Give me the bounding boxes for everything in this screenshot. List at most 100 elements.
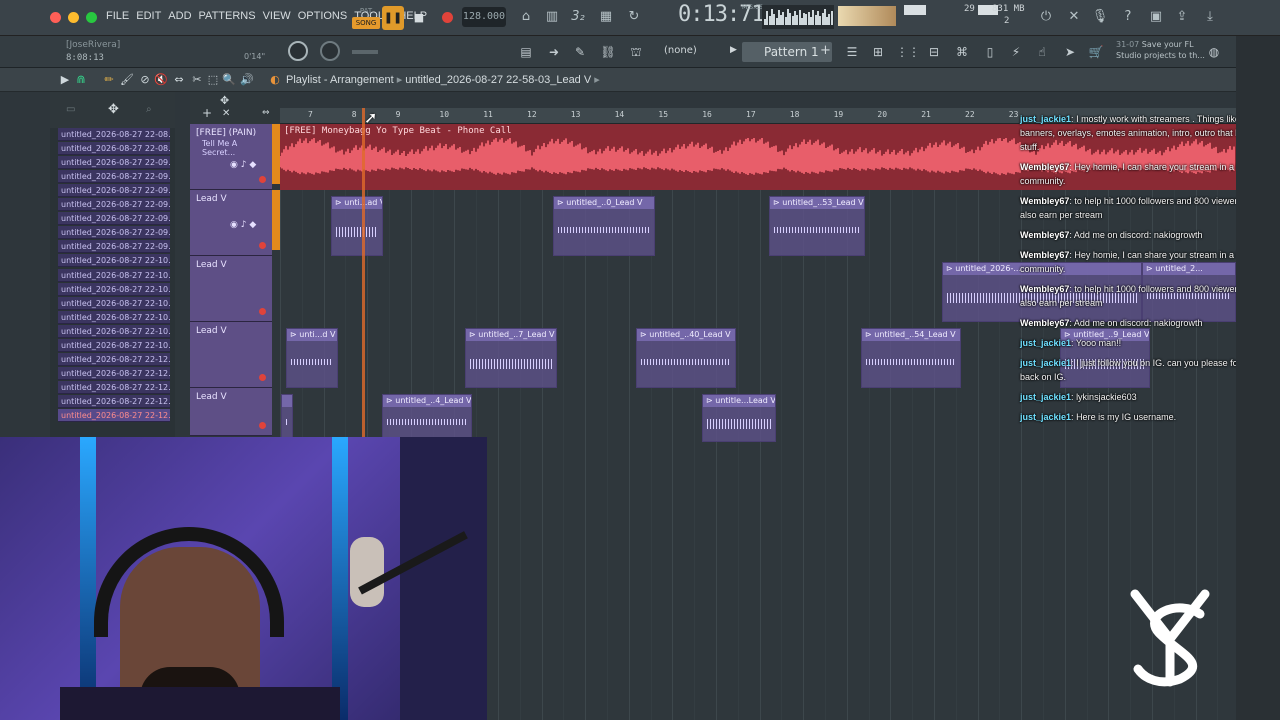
browser-move-icon[interactable]: ✥ <box>108 102 119 117</box>
metronome-icon[interactable]: ⌂ <box>516 8 536 26</box>
snap-selector[interactable]: (none) <box>664 45 697 56</box>
link-icon[interactable]: ⛓ <box>598 43 618 61</box>
stamp-icon[interactable]: ⛫ <box>626 43 646 61</box>
piano-roll-icon[interactable]: ▤ <box>516 43 536 61</box>
chat-username[interactable]: Wembley67 <box>1020 318 1069 328</box>
browser-item[interactable]: untitled_2026-08-27 22-10... <box>58 324 170 338</box>
browser-item[interactable]: untitled_2026-08-27 22-12... <box>58 409 170 422</box>
browser-item[interactable]: untitled_2026-08-27 22-12... <box>58 380 170 394</box>
browser-item[interactable]: untitled_2026-08-27 22-10... <box>58 310 170 324</box>
pattern-clip[interactable]: ⊳ unti...d V <box>286 328 338 388</box>
maximize-window-button[interactable] <box>86 12 97 23</box>
menu-add[interactable]: ADD <box>168 10 191 22</box>
pat-song-toggle[interactable]: PAT SONG <box>352 5 380 31</box>
select-icon[interactable]: ⬚ <box>206 73 220 87</box>
track-header[interactable]: Lead V <box>190 388 272 436</box>
main-volume-knob[interactable] <box>288 41 308 61</box>
browser-collapse-icon[interactable]: ▭ <box>66 104 75 115</box>
browser-item[interactable]: untitled_2026-08-27 22-12... <box>58 352 170 366</box>
magnet-icon[interactable]: ⋒ <box>74 73 88 87</box>
save-icon[interactable]: ▣ <box>1146 8 1166 26</box>
audio-icon[interactable]: ◐ <box>268 73 282 87</box>
power-icon[interactable]: ⏻ <box>1036 8 1056 26</box>
chat-username[interactable]: Wembley67 <box>1020 162 1069 172</box>
master-volume-slider[interactable] <box>838 6 896 26</box>
browser-item[interactable]: untitled_2026-08-27 22-08... <box>58 128 170 141</box>
menu-options[interactable]: OPTIONS <box>298 10 348 22</box>
close-track-icon[interactable]: ✕ <box>222 108 230 119</box>
track-record-indicator[interactable] <box>259 308 266 315</box>
track-header[interactable]: Lead V <box>190 256 272 322</box>
add-track-icon[interactable]: + <box>202 106 212 120</box>
project-icon[interactable]: ▯ <box>980 43 1000 61</box>
browser-item[interactable]: untitled_2026-08-27 22-10... <box>58 268 170 282</box>
menu-file[interactable]: FILE <box>106 10 129 22</box>
browser-search-icon[interactable]: ⌕ <box>146 104 152 115</box>
pencil-icon[interactable]: ✏ <box>102 73 116 87</box>
arrow-icon[interactable]: ➤ <box>1060 43 1080 61</box>
breadcrumb-arrangement[interactable]: Arrangement <box>330 74 394 86</box>
export-icon[interactable]: ⇪ <box>1172 8 1192 26</box>
countdown-icon[interactable]: 3₂ <box>568 8 588 26</box>
master-level-slider[interactable] <box>352 50 378 54</box>
microphone-icon[interactable]: 🎙 <box>1090 8 1110 26</box>
slip-icon[interactable]: ⇔ <box>172 73 186 87</box>
chat-username[interactable]: Wembley67 <box>1020 284 1069 294</box>
browser-item[interactable]: untitled_2026-08-27 22-08... <box>58 142 170 156</box>
channel-rack-icon[interactable]: ⊞ <box>868 43 888 61</box>
browser-item[interactable]: untitled_2026-08-27 22-09... <box>58 198 170 212</box>
track-controls[interactable]: ◉ ♪ ◆ <box>230 160 256 170</box>
mute-icon[interactable]: 🔇 <box>154 73 168 87</box>
arrow-right-icon[interactable]: ➜ <box>544 43 564 61</box>
playback-icon[interactable]: 🔊 <box>240 73 254 87</box>
pattern-clip[interactable] <box>281 394 293 442</box>
chat-username[interactable]: just_jackie1 <box>1020 358 1071 368</box>
browser-item[interactable]: untitled_2026-08-27 22-12... <box>58 366 170 380</box>
pattern-clip[interactable]: ⊳ unti...ad V <box>331 196 383 256</box>
chat-username[interactable]: just_jackie1 <box>1020 338 1071 348</box>
browser-item[interactable]: untitled_2026-08-27 22-09... <box>58 184 170 198</box>
pattern-selector[interactable]: Pattern 1 <box>742 42 832 62</box>
brush-icon[interactable]: ✎ <box>570 43 590 61</box>
main-pitch-knob[interactable] <box>320 41 340 61</box>
track-record-indicator[interactable] <box>259 374 266 381</box>
touch-icon[interactable]: ☝ <box>1032 43 1052 61</box>
pattern-clip[interactable]: ⊳ untitled_..53_Lead V <box>769 196 865 256</box>
track-record-indicator[interactable] <box>259 242 266 249</box>
mixer-icon[interactable]: ⋮⋮ <box>896 43 920 61</box>
pattern-clip[interactable]: ⊳ untitled_..7_Lead V <box>465 328 557 388</box>
chat-username[interactable]: Wembley67 <box>1020 196 1069 206</box>
paint-icon[interactable]: 🖌 <box>120 73 134 87</box>
browser-item[interactable]: untitled_2026-08-27 22-09... <box>58 170 170 184</box>
pattern-clip[interactable]: ⊳ untitled_..0_Lead V <box>553 196 655 256</box>
browser-item[interactable]: untitled_2026-08-27 22-09... <box>58 226 170 240</box>
track-record-indicator[interactable] <box>259 422 266 429</box>
browser-item[interactable]: untitled_2026-08-27 22-10... <box>58 296 170 310</box>
stop-button[interactable]: ■ <box>408 6 430 30</box>
help-icon[interactable]: ? <box>1118 8 1138 26</box>
pattern-arrow-icon[interactable]: ▶ <box>730 45 737 55</box>
loop-record-icon[interactable]: ↻ <box>624 8 644 26</box>
cart-icon[interactable]: 🛒 <box>1086 43 1106 61</box>
download-icon[interactable]: ⤓ <box>1200 8 1220 26</box>
pattern-clip[interactable]: ⊳ untitle...Lead V <box>702 394 776 442</box>
expand-icon[interactable]: ✥ <box>220 94 229 107</box>
close-window-button[interactable] <box>50 12 61 23</box>
browser-item[interactable]: untitled_2026-08-27 22-09... <box>58 240 170 254</box>
browser-item[interactable]: untitled_2026-08-27 22-10... <box>58 338 170 352</box>
chat-username[interactable]: just_jackie1 <box>1020 392 1071 402</box>
browser-icon[interactable]: ⊟ <box>924 43 944 61</box>
pattern-clip[interactable]: ⊳ untitled_..40_Lead V <box>636 328 736 388</box>
pause-button[interactable]: ❚❚ <box>382 6 404 30</box>
browser-item[interactable]: untitled_2026-08-27 22-09... <box>58 212 170 226</box>
pattern-clip[interactable]: ⊳ untitled_..54_Lead V <box>861 328 961 388</box>
minimize-window-button[interactable] <box>68 12 79 23</box>
menu-patterns[interactable]: PATTERNS <box>199 10 256 22</box>
add-pattern-icon[interactable]: + <box>820 43 831 58</box>
record-button[interactable] <box>436 6 458 30</box>
browser-item[interactable]: untitled_2026-08-27 22-12... <box>58 394 170 408</box>
step-edit-icon[interactable]: ▦ <box>596 8 616 26</box>
chat-username[interactable]: just_jackie1 <box>1020 114 1071 124</box>
menu-arrow-icon[interactable]: ▶ <box>58 73 72 87</box>
browser-item[interactable]: untitled_2026-08-27 22-10... <box>58 254 170 268</box>
